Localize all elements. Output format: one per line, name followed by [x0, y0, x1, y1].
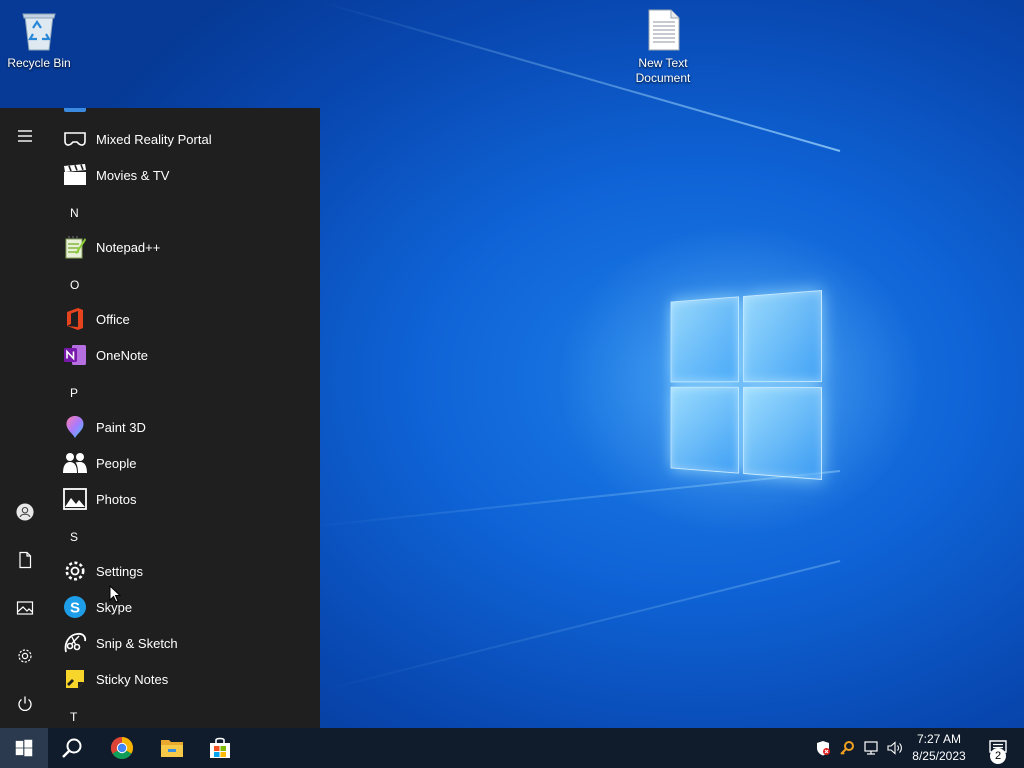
- app-list: Mixed Reality Portal Movies & TV N Notep…: [50, 108, 320, 728]
- search-button[interactable]: [48, 728, 96, 768]
- notification-count-badge: 2: [990, 748, 1006, 764]
- user-avatar-icon: [16, 503, 34, 521]
- app-label: Office: [96, 312, 130, 327]
- start-menu-rail: [0, 108, 50, 728]
- sticky-notes-icon: [63, 667, 87, 691]
- desktop-icon-label: New Text Document: [625, 56, 701, 86]
- app-label: Notepad++: [96, 240, 160, 255]
- desktop-icon-label: Recycle Bin: [1, 56, 77, 71]
- tray-network-icon[interactable]: [860, 728, 882, 768]
- app-label: Paint 3D: [96, 420, 146, 435]
- tray-security-icon[interactable]: [812, 728, 834, 768]
- pictures-button[interactable]: [0, 588, 50, 628]
- app-label: OneNote: [96, 348, 148, 363]
- taskbar-clock[interactable]: 7:27 AM 8/25/2023: [906, 731, 972, 765]
- start-menu: Mixed Reality Portal Movies & TV N Notep…: [0, 108, 320, 728]
- app-item-office[interactable]: Office: [50, 301, 320, 337]
- skype-icon: S: [63, 595, 87, 619]
- app-label: Snip & Sketch: [96, 636, 178, 651]
- document-icon: [16, 551, 34, 569]
- office-icon: [63, 307, 87, 331]
- app-label: Settings: [96, 564, 143, 579]
- taskbar: 7:27 AM 8/25/2023: [0, 728, 1024, 768]
- settings-button[interactable]: [0, 636, 50, 676]
- app-item-snip-sketch[interactable]: Snip & Sketch: [50, 625, 320, 661]
- hamburger-icon: [16, 127, 34, 145]
- recycle-bin-icon: [19, 8, 59, 52]
- paint3d-icon: [63, 415, 87, 439]
- gear-icon: [16, 647, 34, 665]
- mixed-reality-icon: [63, 127, 87, 151]
- tray-volume-icon[interactable]: [884, 728, 906, 768]
- app-item-mixed-reality-portal[interactable]: Mixed Reality Portal: [50, 121, 320, 157]
- app-item-skype[interactable]: S Skype: [50, 589, 320, 625]
- settings-gear-icon: [63, 559, 87, 583]
- section-letter-n[interactable]: N: [50, 195, 320, 231]
- section-letter-p[interactable]: P: [50, 375, 320, 411]
- app-label: Sticky Notes: [96, 672, 168, 687]
- user-account-button[interactable]: [0, 492, 50, 532]
- search-icon: [60, 736, 84, 760]
- svg-text:S: S: [70, 600, 80, 617]
- partial-app-icon: [64, 108, 86, 112]
- desktop-icon-recycle-bin[interactable]: Recycle Bin: [1, 8, 77, 71]
- power-button[interactable]: [0, 684, 50, 724]
- text-document-icon: [643, 8, 683, 52]
- app-item-settings[interactable]: Settings: [50, 553, 320, 589]
- taskbar-microsoft-store-button[interactable]: [196, 728, 244, 768]
- windows-start-icon: [15, 739, 33, 757]
- onenote-icon: [63, 343, 87, 367]
- app-label: Movies & TV: [96, 168, 169, 183]
- taskbar-file-explorer-button[interactable]: [148, 728, 196, 768]
- clock-date: 8/25/2023: [906, 748, 972, 765]
- section-letter-t[interactable]: T: [50, 699, 320, 728]
- photos-icon: [63, 487, 87, 511]
- expand-menu-button[interactable]: [0, 116, 50, 156]
- taskbar-chrome-button[interactable]: [98, 728, 146, 768]
- app-item-photos[interactable]: Photos: [50, 481, 320, 517]
- app-item-paint-3d[interactable]: Paint 3D: [50, 409, 320, 445]
- start-button[interactable]: [0, 728, 48, 768]
- app-label: Photos: [96, 492, 136, 507]
- notepadpp-icon: [63, 235, 87, 259]
- app-item-notepadpp[interactable]: Notepad++: [50, 229, 320, 265]
- section-letter-o[interactable]: O: [50, 267, 320, 303]
- app-item-movies-tv[interactable]: Movies & TV: [50, 157, 320, 193]
- power-icon: [16, 695, 34, 713]
- app-label: People: [96, 456, 136, 471]
- app-item-sticky-notes[interactable]: Sticky Notes: [50, 661, 320, 697]
- mouse-cursor-icon: [109, 585, 121, 603]
- people-icon: [63, 451, 87, 475]
- desktop-icon-new-text-document[interactable]: New Text Document: [625, 8, 701, 86]
- chrome-icon: [110, 736, 134, 760]
- app-label: Mixed Reality Portal: [96, 132, 212, 147]
- movies-tv-icon: [63, 163, 87, 187]
- app-item-people[interactable]: People: [50, 445, 320, 481]
- picture-icon: [16, 599, 34, 617]
- tray-key-icon[interactable]: [836, 728, 858, 768]
- app-item-onenote[interactable]: OneNote: [50, 337, 320, 373]
- snip-sketch-icon: [63, 631, 87, 655]
- section-letter-s[interactable]: S: [50, 519, 320, 555]
- store-icon: [208, 736, 232, 760]
- folder-icon: [160, 736, 184, 760]
- windows-logo-wallpaper: [671, 290, 822, 480]
- documents-button[interactable]: [0, 540, 50, 580]
- clock-time: 7:27 AM: [906, 731, 972, 748]
